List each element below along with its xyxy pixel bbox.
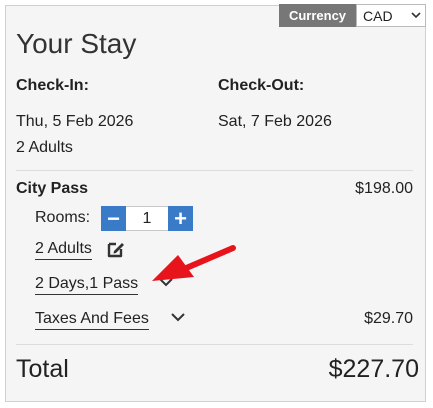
rooms-stepper: − 1 +: [101, 206, 193, 231]
currency-label: Currency: [279, 4, 356, 27]
taxes-link[interactable]: Taxes And Fees: [35, 310, 149, 330]
room-name: City Pass: [16, 180, 89, 197]
rooms-decrement-button[interactable]: −: [101, 206, 126, 231]
checkin-label: Check-In:: [16, 77, 89, 94]
adults-link[interactable]: 2 Adults: [35, 240, 92, 260]
rooms-count[interactable]: 1: [126, 206, 168, 231]
your-stay-panel: [5, 5, 426, 402]
divider: [16, 344, 413, 345]
checkout-label: Check-Out:: [218, 77, 305, 94]
red-arrow-icon: [150, 242, 240, 292]
chevron-down-icon: [411, 8, 421, 25]
package-link[interactable]: 2 Days,1 Pass: [35, 275, 139, 295]
rooms-increment-button[interactable]: +: [168, 206, 193, 231]
page-title: Your Stay: [16, 28, 137, 59]
room-price: $198.00: [355, 180, 413, 197]
guests-summary: 2 Adults: [16, 139, 73, 156]
taxes-value: $29.70: [364, 310, 413, 327]
currency-selected-value: CAD: [363, 7, 393, 24]
rooms-label: Rooms:: [35, 209, 91, 226]
checkin-date: Thu, 5 Feb 2026: [16, 113, 134, 130]
total-label: Total: [16, 355, 69, 383]
total-value: $227.70: [328, 355, 419, 383]
chevron-down-icon[interactable]: [170, 309, 186, 330]
currency-select[interactable]: CAD: [356, 4, 426, 27]
divider: [16, 170, 413, 171]
checkout-date: Sat, 7 Feb 2026: [218, 113, 332, 130]
edit-icon[interactable]: [106, 239, 126, 264]
